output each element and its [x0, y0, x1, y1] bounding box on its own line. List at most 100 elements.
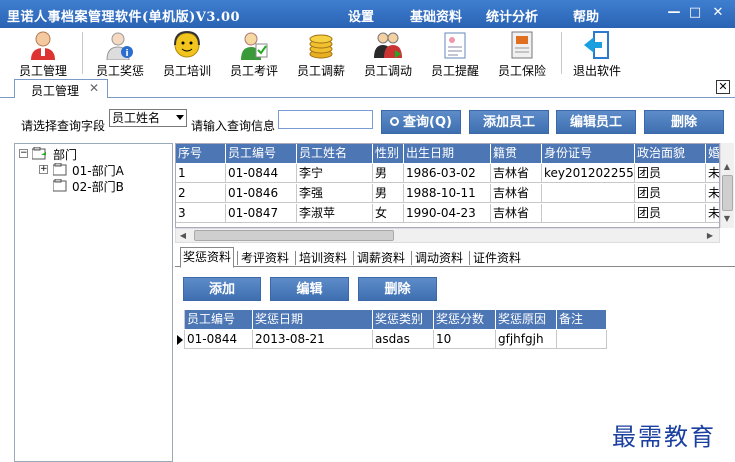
- grid-cell: key2012022554: [542, 164, 635, 183]
- close-button[interactable]: ✕: [710, 5, 726, 21]
- grid-header-cell[interactable]: 序号: [176, 144, 226, 163]
- row-indicator: [175, 330, 185, 349]
- grid-cell: 团员: [635, 184, 706, 203]
- scroll-left-icon[interactable]: ◀: [177, 230, 189, 242]
- tab-separator: [295, 251, 296, 265]
- tab-close-icon[interactable]: ✕: [89, 81, 99, 95]
- add-employee-button[interactable]: 添加员工: [469, 110, 549, 134]
- svg-text:i: i: [125, 49, 128, 59]
- grid-header-cell[interactable]: 性别: [373, 144, 404, 163]
- delete-employee-button[interactable]: 删除: [644, 110, 724, 134]
- grid-cell: [557, 330, 607, 349]
- tab-certificates[interactable]: 证件资料: [471, 249, 523, 267]
- grid-header-cell[interactable]: 员工编号: [226, 144, 297, 163]
- edit-employee-button[interactable]: 编辑员工: [556, 110, 636, 134]
- scroll-thumb[interactable]: [722, 175, 733, 211]
- grid-header-cell[interactable]: 身份证号: [542, 144, 635, 163]
- detail-delete-button[interactable]: 删除: [358, 277, 437, 301]
- maximize-button[interactable]: □: [687, 5, 703, 21]
- grid-cell: 李宁: [297, 164, 373, 183]
- menu-settings[interactable]: 设置: [348, 6, 374, 25]
- tab-salary[interactable]: 调薪资料: [355, 249, 407, 267]
- reminder-icon: [444, 32, 466, 59]
- grid-horizontal-scrollbar[interactable]: ◀ ▶: [175, 228, 720, 243]
- scroll-thumb[interactable]: [194, 230, 394, 241]
- toolbar-employee-training[interactable]: 员工培训: [155, 28, 219, 78]
- grid-cell: 团员: [635, 204, 706, 223]
- grid-cell: 01-0846: [226, 184, 297, 203]
- tree-collapse-toggle[interactable]: −: [19, 149, 28, 158]
- toolbar-salary-adjustment[interactable]: 员工调薪: [289, 28, 353, 78]
- toolbar-label: 员工提醒: [430, 64, 479, 78]
- tab-separator: [469, 251, 470, 265]
- close-all-tabs-button[interactable]: ✕: [716, 80, 730, 94]
- grid-cell: 男: [373, 164, 404, 183]
- tab-separator: [411, 251, 412, 265]
- window-title: 里诺人事档案管理软件(单机版)V3.00: [7, 10, 241, 25]
- toolbar-separator: [561, 32, 562, 74]
- tab-transfer[interactable]: 调动资料: [413, 249, 465, 267]
- tree-node-root[interactable]: 部门: [53, 146, 77, 163]
- grid-header-cell[interactable]: 奖惩日期: [253, 310, 373, 329]
- query-bar: 请选择查询字段 员工姓名 请输入查询信息 查询(Q) 添加员工 编辑员工 删除: [0, 99, 735, 143]
- grid-header-cell[interactable]: 奖惩原因: [496, 310, 557, 329]
- menu-help[interactable]: 帮助: [573, 6, 599, 25]
- minimize-button[interactable]: —: [666, 5, 682, 21]
- grid-cell: 未: [706, 204, 719, 223]
- grid-header-cell[interactable]: 出生日期: [404, 144, 491, 163]
- tab-training[interactable]: 培训资料: [297, 249, 349, 267]
- tab-separator: [237, 251, 238, 265]
- grid-header-cell[interactable]: 备注: [557, 310, 607, 329]
- scroll-up-icon[interactable]: ▲: [721, 161, 733, 173]
- search-button[interactable]: 查询(Q): [381, 110, 461, 134]
- toolbar-employee-evaluation[interactable]: 员工考评: [222, 28, 286, 78]
- employee-grid: 序号 员工编号 员工姓名 性别 出生日期 籍贯 身份证号 政治面貌 婚 1 01…: [175, 143, 720, 228]
- grid-cell: 1986-03-02: [404, 164, 491, 183]
- grid-header-cell[interactable]: 员工姓名: [297, 144, 373, 163]
- toolbar-employee-reminder[interactable]: 员工提醒: [423, 28, 487, 78]
- query-field-select[interactable]: 员工姓名: [109, 109, 187, 127]
- tree-expand-toggle[interactable]: +: [39, 165, 48, 174]
- grid-header-cell[interactable]: 奖惩类别: [373, 310, 434, 329]
- query-input[interactable]: [278, 110, 373, 129]
- tab-evaluation[interactable]: 考评资料: [239, 249, 291, 267]
- tree-node-dept-b[interactable]: 02-部门B: [72, 178, 124, 195]
- toolbar-label: 员工调动: [363, 64, 412, 78]
- menu-basic-data[interactable]: 基础资料: [410, 6, 462, 25]
- menu-statistics[interactable]: 统计分析: [486, 6, 538, 25]
- grid-cell: 未: [706, 184, 719, 203]
- grid-cell: asdas: [373, 330, 434, 349]
- user-award-icon: i: [106, 32, 133, 60]
- toolbar-employee-rewards[interactable]: i 员工奖惩: [88, 28, 152, 78]
- search-icon: [390, 117, 400, 126]
- transfer-icon: [374, 32, 402, 58]
- insurance-icon: [511, 31, 533, 59]
- tab-rewards[interactable]: 奖惩资料: [180, 247, 235, 268]
- scroll-down-icon[interactable]: ▼: [721, 213, 733, 225]
- detail-add-button[interactable]: 添加: [183, 277, 261, 301]
- grid-vertical-scrollbar[interactable]: ▲ ▼: [720, 143, 734, 228]
- grid-header-cell[interactable]: 奖惩分数: [434, 310, 496, 329]
- grid-header-cell[interactable]: 籍贯: [491, 144, 542, 163]
- tab-employee-management[interactable]: 员工管理 ✕: [14, 79, 108, 98]
- grid-header-cell[interactable]: 员工编号: [185, 310, 253, 329]
- grid-cell: 01-0844: [226, 164, 297, 183]
- detail-edit-button[interactable]: 编辑: [270, 277, 349, 301]
- scroll-right-icon[interactable]: ▶: [704, 230, 716, 242]
- tab-label: 员工管理: [31, 84, 80, 98]
- toolbar-exit[interactable]: 退出软件: [565, 28, 629, 78]
- grid-cell: 团员: [635, 164, 706, 183]
- grid-header-cell[interactable]: 政治面貌: [635, 144, 706, 163]
- grid-cell: [542, 204, 635, 223]
- toolbar-employee-insurance[interactable]: 员工保险: [490, 28, 554, 78]
- grid-cell: 吉林省: [491, 184, 542, 203]
- toolbar-employee-transfer[interactable]: 员工调动: [356, 28, 420, 78]
- search-button-label: 查询(Q): [403, 115, 452, 130]
- grid-cell: 男: [373, 184, 404, 203]
- grid-header-cell[interactable]: 婚: [706, 144, 719, 163]
- grid-cell: 1990-04-23: [404, 204, 491, 223]
- exit-icon: [584, 31, 609, 59]
- toolbar-employee-management[interactable]: 员工管理: [11, 28, 75, 78]
- tree-node-dept-a[interactable]: 01-部门A: [72, 162, 124, 179]
- folder-icon: [53, 163, 67, 176]
